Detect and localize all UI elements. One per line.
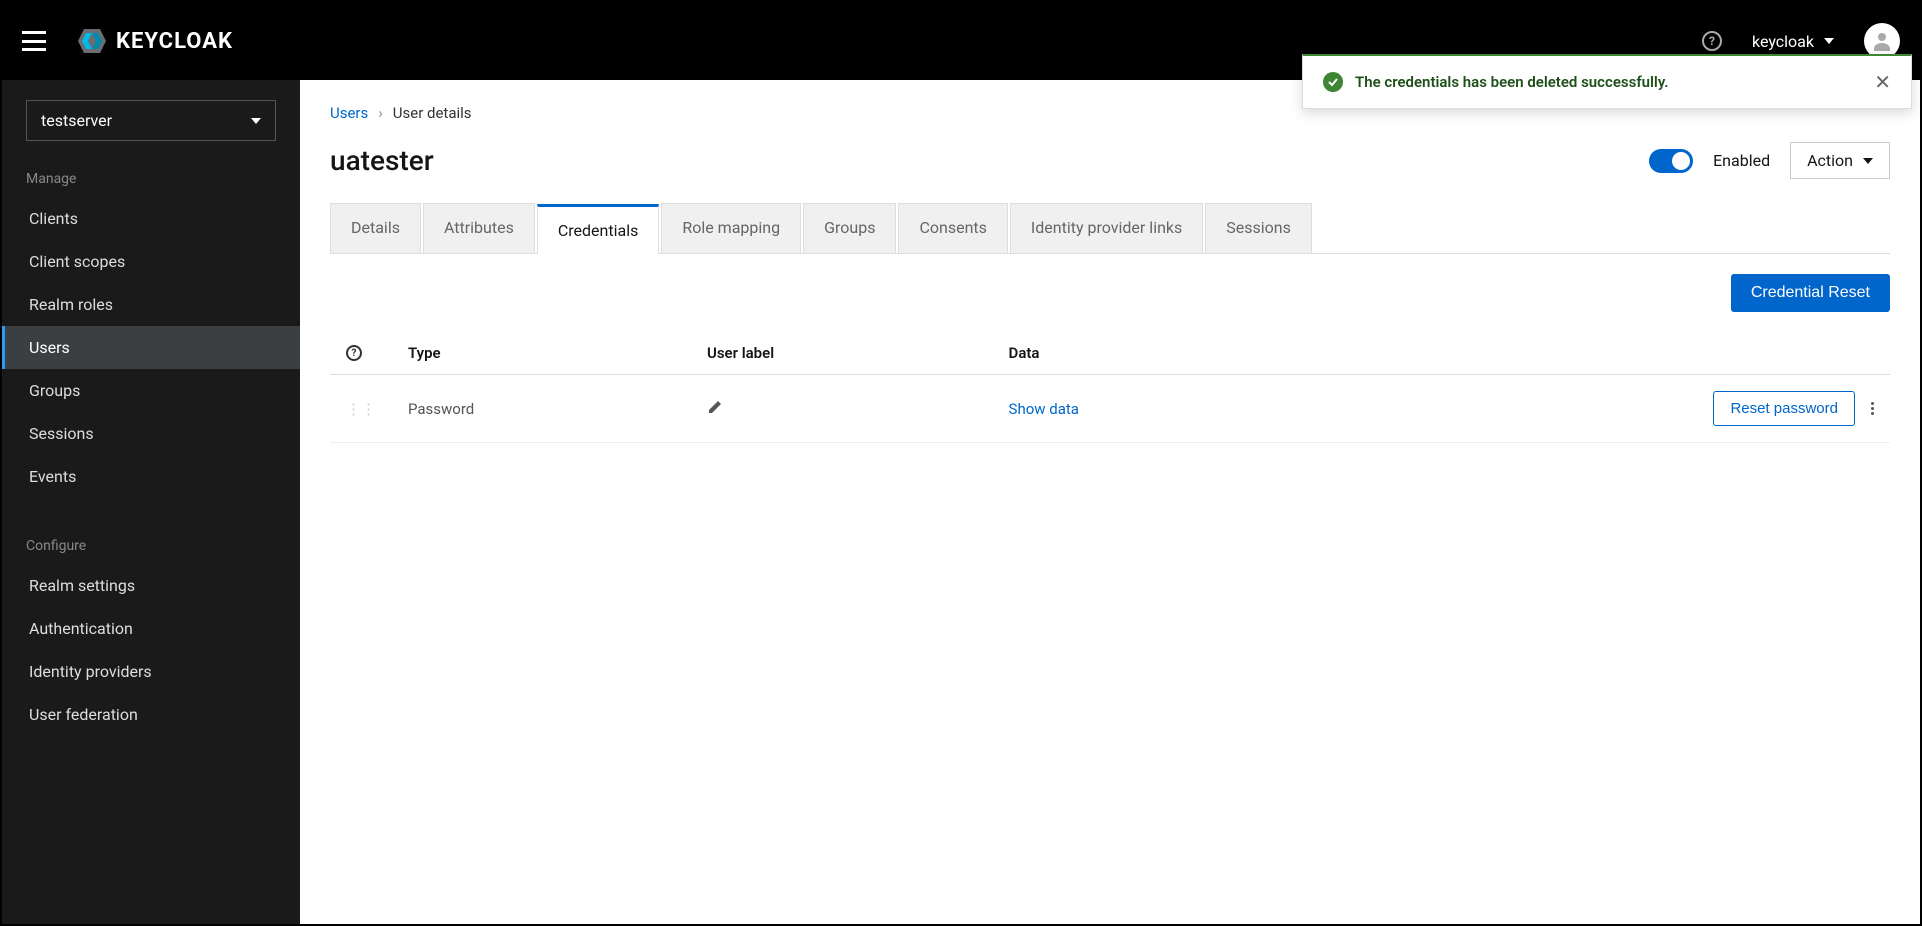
breadcrumb-users-link[interactable]: Users	[330, 104, 368, 122]
type-column-header: Type	[392, 332, 691, 375]
sidebar-item-events[interactable]: Events	[2, 455, 300, 498]
sidebar: testserver Manage ClientsClient scopesRe…	[2, 80, 300, 924]
tab-identity-provider-links[interactable]: Identity provider links	[1010, 203, 1203, 253]
drag-handle-icon[interactable]: ⋮⋮	[346, 400, 376, 418]
sidebar-item-user-federation[interactable]: User federation	[2, 693, 300, 736]
sidebar-item-client-scopes[interactable]: Client scopes	[2, 240, 300, 283]
chevron-right-icon: ›	[378, 104, 383, 122]
keycloak-logo-icon	[76, 25, 108, 57]
header-realm-dropdown[interactable]: keycloak	[1752, 32, 1834, 51]
help-icon[interactable]: ?	[1702, 31, 1722, 51]
tab-credentials[interactable]: Credentials	[537, 204, 660, 254]
section-configure-label: Configure	[2, 528, 300, 564]
avatar-icon	[1870, 29, 1894, 53]
caret-down-icon	[251, 118, 261, 124]
show-data-link[interactable]: Show data	[1009, 400, 1079, 418]
sidebar-item-realm-roles[interactable]: Realm roles	[2, 283, 300, 326]
help-icon[interactable]: ?	[346, 345, 362, 361]
edit-user-label-icon[interactable]	[707, 399, 723, 415]
breadcrumb-current: User details	[393, 104, 472, 122]
header-realm-label: keycloak	[1752, 32, 1814, 51]
user-label-column-header: User label	[691, 332, 993, 375]
brand-text: KEYCLOAK	[116, 29, 233, 54]
tab-groups[interactable]: Groups	[803, 203, 896, 253]
credential-type: Password	[392, 375, 691, 443]
table-row: ⋮⋮ Password Show data Reset password	[330, 375, 1890, 443]
sidebar-item-clients[interactable]: Clients	[2, 197, 300, 240]
sidebar-item-realm-settings[interactable]: Realm settings	[2, 564, 300, 607]
section-manage-label: Manage	[2, 161, 300, 197]
row-kebab-menu[interactable]	[1871, 402, 1874, 415]
sidebar-item-authentication[interactable]: Authentication	[2, 607, 300, 650]
tab-consents[interactable]: Consents	[898, 203, 1007, 253]
credentials-table: ? Type User label Data ⋮⋮ Password	[330, 332, 1890, 443]
sidebar-item-groups[interactable]: Groups	[2, 369, 300, 412]
toast-close-icon[interactable]: ✕	[1874, 72, 1891, 92]
main-content: Users › User details uatester Enabled Ac…	[300, 80, 1920, 924]
caret-down-icon	[1863, 158, 1873, 164]
sidebar-item-identity-providers[interactable]: Identity providers	[2, 650, 300, 693]
tabs: DetailsAttributesCredentialsRole mapping…	[330, 203, 1890, 254]
caret-down-icon	[1824, 38, 1834, 44]
success-check-icon	[1323, 72, 1343, 92]
tab-role-mapping[interactable]: Role mapping	[661, 203, 801, 253]
reset-password-button[interactable]: Reset password	[1713, 391, 1855, 426]
data-column-header: Data	[993, 332, 1305, 375]
success-toast: The credentials has been deleted success…	[1302, 54, 1912, 109]
credential-reset-button[interactable]: Credential Reset	[1731, 274, 1890, 312]
tab-sessions[interactable]: Sessions	[1205, 203, 1312, 253]
help-column-header: ?	[330, 332, 392, 375]
enabled-toggle[interactable]	[1649, 149, 1693, 173]
toast-message: The credentials has been deleted success…	[1355, 73, 1862, 91]
enabled-label: Enabled	[1713, 151, 1770, 170]
realm-selector-label: testserver	[41, 111, 112, 130]
sidebar-item-users[interactable]: Users	[2, 326, 300, 369]
tab-details[interactable]: Details	[330, 203, 421, 253]
action-label: Action	[1807, 151, 1853, 170]
page-title: uatester	[330, 144, 434, 177]
tab-attributes[interactable]: Attributes	[423, 203, 535, 253]
realm-selector[interactable]: testserver	[26, 100, 276, 141]
hamburger-menu-icon[interactable]	[22, 31, 46, 51]
brand-logo[interactable]: KEYCLOAK	[76, 25, 233, 57]
sidebar-item-sessions[interactable]: Sessions	[2, 412, 300, 455]
action-dropdown[interactable]: Action	[1790, 142, 1890, 179]
